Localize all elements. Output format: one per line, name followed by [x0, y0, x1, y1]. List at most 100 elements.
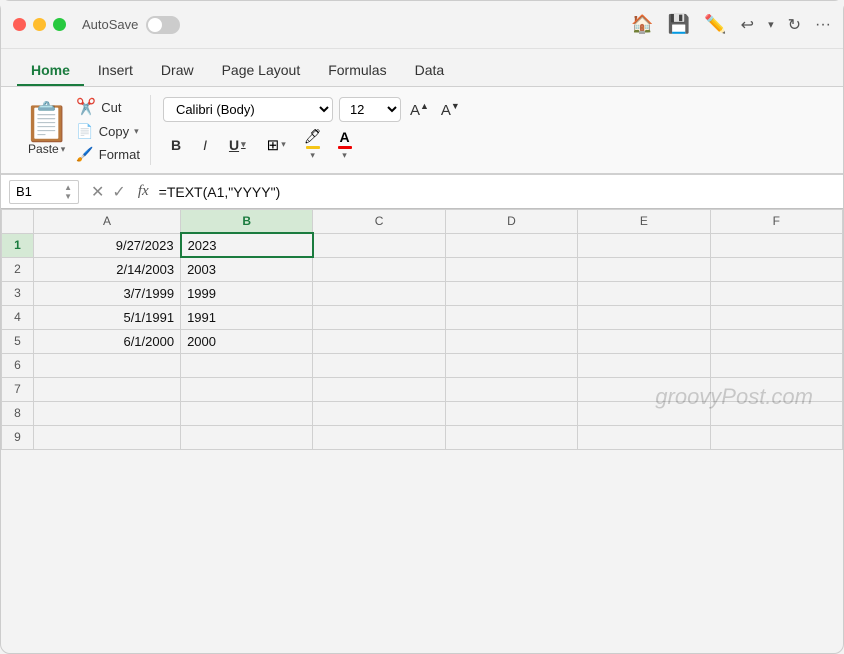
cell-ref-arrows[interactable]: ▲ ▼ [64, 183, 72, 201]
cell-c8[interactable] [313, 401, 445, 425]
cell-reference-box[interactable]: B1 ▲ ▼ [9, 180, 79, 204]
highlight-dropdown-icon[interactable]: ▾ [310, 150, 315, 161]
cell-a7[interactable] [34, 377, 181, 401]
col-header-d[interactable]: D [445, 210, 577, 234]
cell-a3[interactable]: 3/7/1999 [34, 281, 181, 305]
cell-f6[interactable] [710, 353, 842, 377]
cell-c2[interactable] [313, 257, 445, 281]
cell-f7[interactable] [710, 377, 842, 401]
highlight-color-button[interactable]: 🖊 ▾ [299, 126, 327, 163]
more-options-icon[interactable]: ··· [815, 16, 831, 34]
cell-a2[interactable]: 2/14/2003 [34, 257, 181, 281]
cell-e8[interactable] [578, 401, 710, 425]
cell-b5[interactable]: 2000 [181, 329, 313, 353]
cell-d5[interactable] [445, 329, 577, 353]
save-icon[interactable]: 💾 [668, 14, 690, 35]
cell-a1[interactable]: 9/27/2023 [34, 233, 181, 257]
cell-b9[interactable] [181, 425, 313, 449]
tab-insert[interactable]: Insert [84, 56, 147, 86]
cell-a8[interactable] [34, 401, 181, 425]
cell-e7[interactable] [578, 377, 710, 401]
cell-b7[interactable] [181, 377, 313, 401]
cell-f3[interactable] [710, 281, 842, 305]
borders-button[interactable]: ⊞ ▾ [260, 133, 293, 157]
format-painter-row[interactable]: 🖌️ Format [76, 144, 140, 165]
cut-row[interactable]: ✂️ Cut [76, 95, 140, 119]
cancel-formula-icon[interactable]: ✕ [91, 182, 104, 202]
copy-dropdown-icon[interactable]: ▾ [134, 126, 139, 137]
col-header-a[interactable]: A [34, 210, 181, 234]
cell-d7[interactable] [445, 377, 577, 401]
tab-home[interactable]: Home [17, 56, 84, 86]
cell-b8[interactable] [181, 401, 313, 425]
font-color-dropdown-icon[interactable]: ▾ [342, 150, 347, 161]
font-color-button[interactable]: A ▾ [333, 127, 357, 163]
cell-d8[interactable] [445, 401, 577, 425]
maximize-button[interactable] [53, 18, 66, 31]
bold-button[interactable]: B [163, 134, 189, 156]
italic-button[interactable]: I [195, 134, 215, 156]
cell-e6[interactable] [578, 353, 710, 377]
cell-d9[interactable] [445, 425, 577, 449]
cell-f4[interactable] [710, 305, 842, 329]
cell-e5[interactable] [578, 329, 710, 353]
cell-c1[interactable] [313, 233, 445, 257]
close-button[interactable] [13, 18, 26, 31]
undo-dropdown-icon[interactable]: ▾ [768, 18, 774, 31]
cell-d4[interactable] [445, 305, 577, 329]
col-header-f[interactable]: F [710, 210, 842, 234]
cell-c6[interactable] [313, 353, 445, 377]
cell-d1[interactable] [445, 233, 577, 257]
decrease-font-size-button[interactable]: A▼ [438, 100, 463, 120]
cell-b6[interactable] [181, 353, 313, 377]
home-icon[interactable]: 🏠 [631, 14, 653, 35]
undo-icon[interactable]: ↩ [741, 15, 754, 35]
paste-dropdown-icon[interactable]: ▾ [61, 144, 66, 155]
cell-e4[interactable] [578, 305, 710, 329]
underline-dropdown-icon[interactable]: ▾ [241, 139, 246, 150]
cell-e2[interactable] [578, 257, 710, 281]
col-header-c[interactable]: C [313, 210, 445, 234]
confirm-formula-icon[interactable]: ✓ [112, 182, 125, 202]
tab-page-layout[interactable]: Page Layout [208, 56, 315, 86]
cell-c3[interactable] [313, 281, 445, 305]
redo-icon[interactable]: ↻ [788, 15, 801, 35]
cell-c7[interactable] [313, 377, 445, 401]
formula-input[interactable]: =TEXT(A1,"YYYY") [155, 184, 835, 200]
cell-f9[interactable] [710, 425, 842, 449]
cell-a4[interactable]: 5/1/1991 [34, 305, 181, 329]
cell-c9[interactable] [313, 425, 445, 449]
cell-b3[interactable]: 1999 [181, 281, 313, 305]
cell-b4[interactable]: 1991 [181, 305, 313, 329]
cell-d3[interactable] [445, 281, 577, 305]
cell-c5[interactable] [313, 329, 445, 353]
autosave-toggle[interactable] [146, 16, 180, 34]
col-header-e[interactable]: E [578, 210, 710, 234]
cell-f8[interactable] [710, 401, 842, 425]
cell-f2[interactable] [710, 257, 842, 281]
cell-b2[interactable]: 2003 [181, 257, 313, 281]
cell-e9[interactable] [578, 425, 710, 449]
tab-draw[interactable]: Draw [147, 56, 208, 86]
cell-e3[interactable] [578, 281, 710, 305]
tab-data[interactable]: Data [401, 56, 459, 86]
minimize-button[interactable] [33, 18, 46, 31]
font-family-select[interactable]: Calibri (Body) [163, 97, 333, 122]
increase-font-size-button[interactable]: A▲ [407, 100, 432, 120]
cell-c4[interactable] [313, 305, 445, 329]
cell-a9[interactable] [34, 425, 181, 449]
font-size-select[interactable]: 12 [339, 97, 401, 122]
cell-e1[interactable] [578, 233, 710, 257]
col-header-b[interactable]: B [181, 210, 313, 234]
borders-dropdown-icon[interactable]: ▾ [281, 139, 286, 150]
edit-icon[interactable]: ✏️ [704, 14, 726, 35]
cell-f1[interactable] [710, 233, 842, 257]
cell-a5[interactable]: 6/1/2000 [34, 329, 181, 353]
cell-d2[interactable] [445, 257, 577, 281]
cell-d6[interactable] [445, 353, 577, 377]
cell-f5[interactable] [710, 329, 842, 353]
paste-icon[interactable]: 📋 [23, 104, 70, 142]
tab-formulas[interactable]: Formulas [314, 56, 400, 86]
cell-a6[interactable] [34, 353, 181, 377]
copy-row[interactable]: 📄 Copy ▾ [76, 121, 140, 142]
